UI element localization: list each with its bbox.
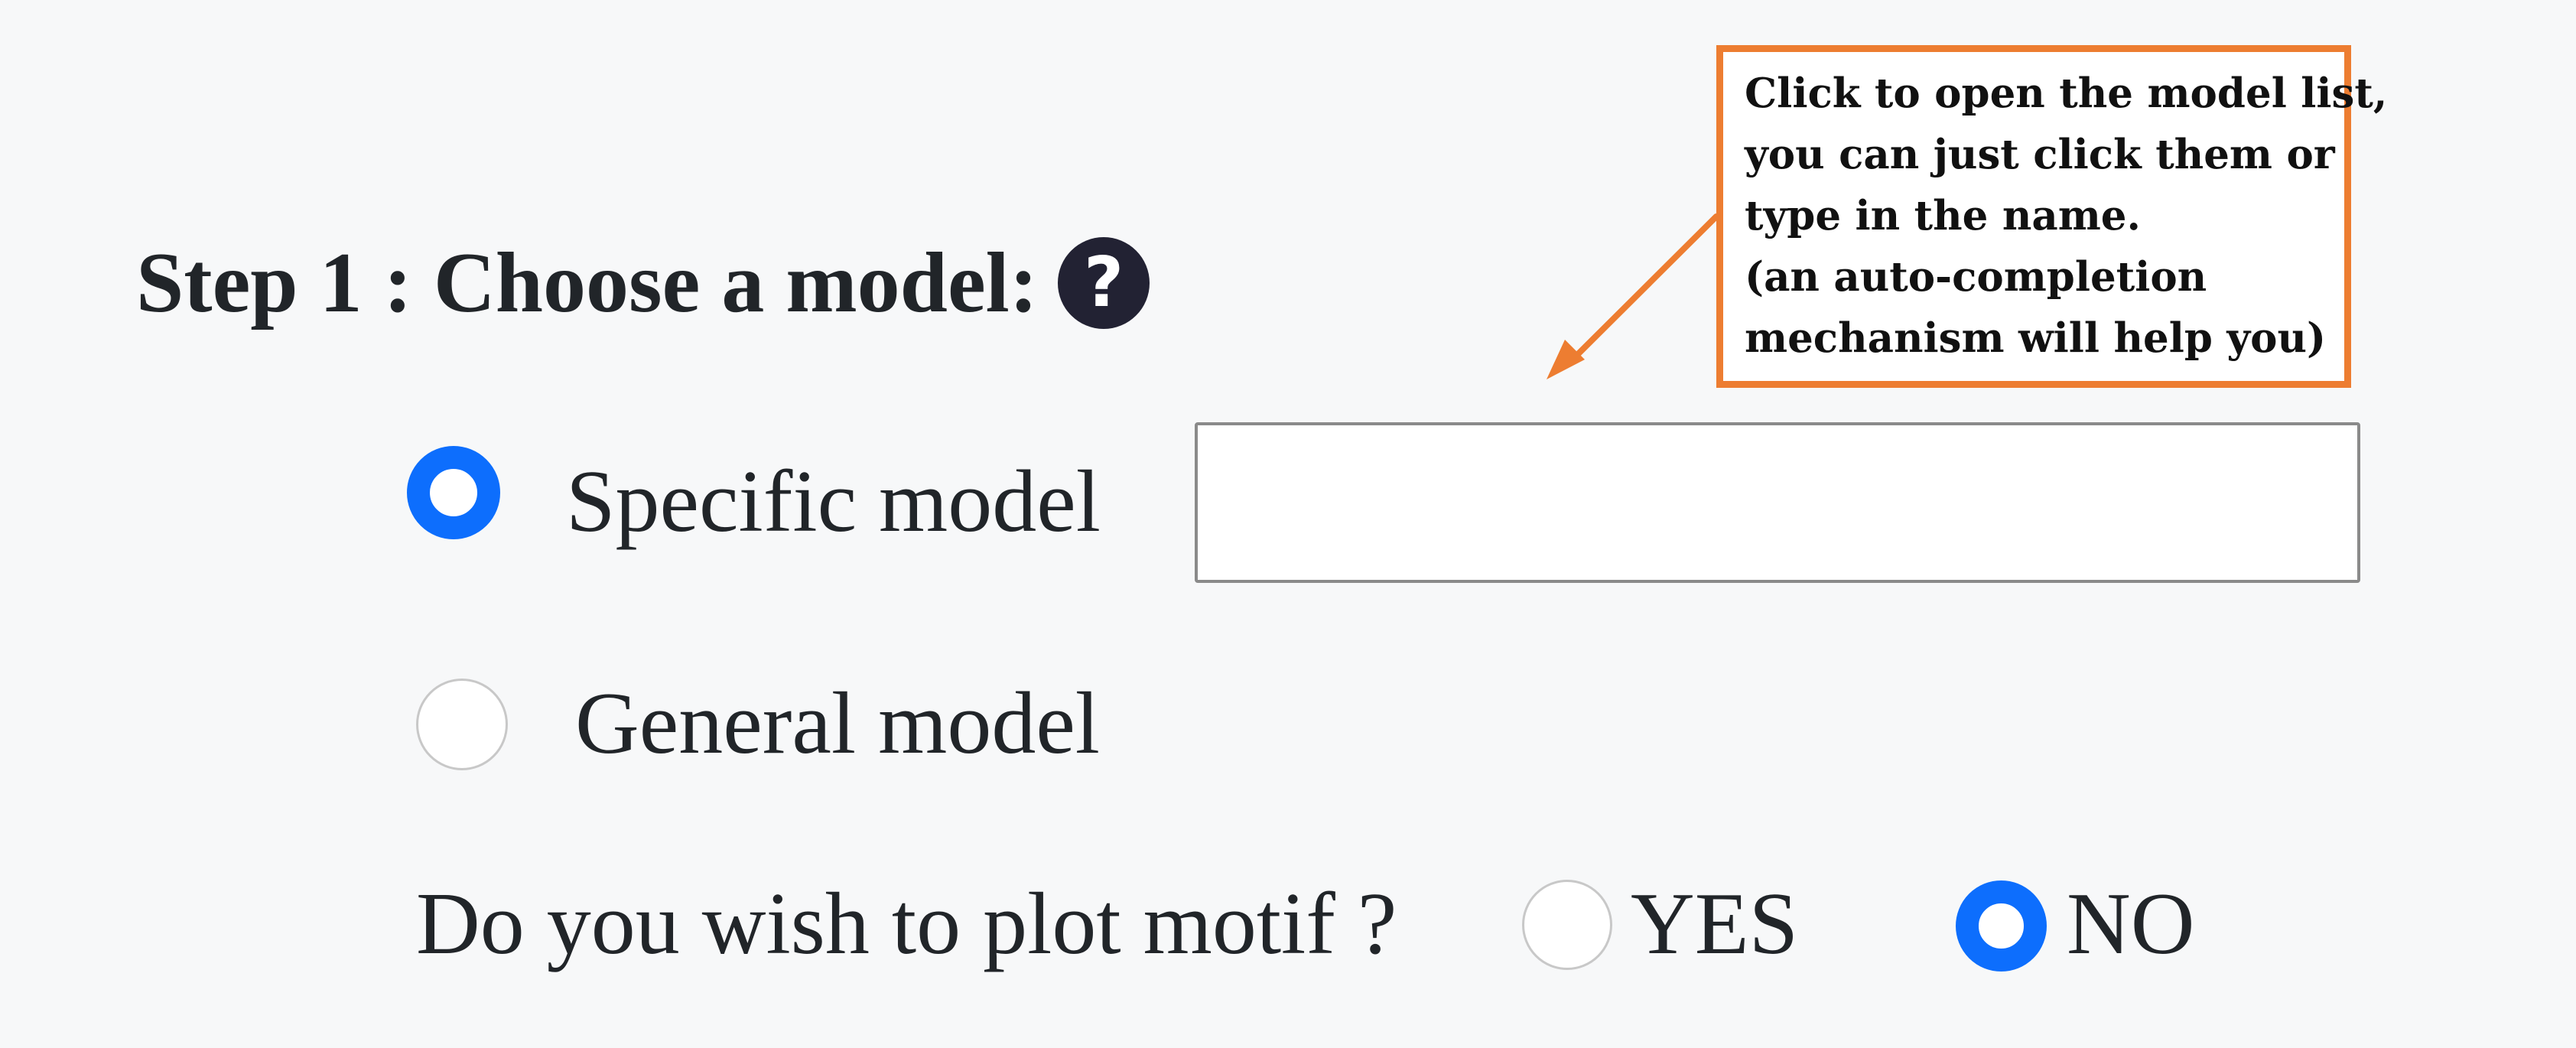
specific-model-input[interactable] (1195, 422, 2360, 583)
annotation-line: Click to open the model list, (1745, 70, 2388, 117)
plot-motif-no-label[interactable]: NO (2067, 871, 2195, 978)
annotation-line: (an auto-completion (1745, 253, 2207, 301)
specific-model-radio[interactable] (407, 446, 500, 539)
plot-motif-yes-label[interactable]: YES (1631, 871, 1798, 978)
annotation-line: mechanism will help you) (1745, 314, 2327, 362)
general-model-label[interactable]: General model (575, 670, 1100, 777)
step-1-title: Step 1 : Choose a model: (136, 235, 1039, 330)
annotation-line: type in the name. (1745, 192, 2141, 239)
annotation-callout: Click to open the model list, you can ju… (1716, 45, 2388, 388)
annotation-line: you can just click them or (1745, 131, 2335, 178)
plot-motif-no-radio[interactable] (1956, 880, 2047, 972)
specific-model-label[interactable]: Specific model (566, 448, 1101, 555)
question-circle-icon[interactable]: ? (1058, 237, 1150, 329)
step-1-heading: Step 1 : Choose a model: ? (136, 229, 1150, 337)
general-model-radio[interactable] (416, 679, 508, 770)
plot-motif-question: Do you wish to plot motif ? (416, 875, 1397, 973)
plot-motif-yes-radio[interactable] (1522, 880, 1612, 970)
